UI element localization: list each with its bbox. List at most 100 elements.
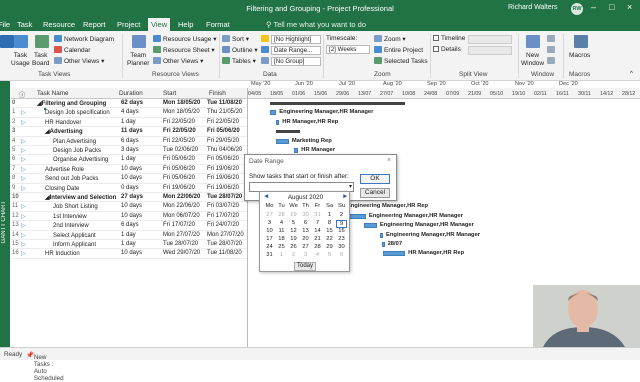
today-button[interactable]: Today [294, 262, 316, 271]
task-duration[interactable]: 1 day [121, 156, 136, 162]
task-finish[interactable]: Fri 22/05/20 [207, 119, 239, 125]
calendar-button[interactable]: Calendar [54, 46, 90, 54]
task-duration[interactable]: 1 day [121, 232, 136, 238]
gantt-bar[interactable] [276, 138, 289, 144]
calendar-day[interactable]: 9 [336, 220, 347, 228]
calendar-day[interactable]: 4 [276, 220, 287, 226]
task-finish[interactable]: Tue 11/08/20 [207, 250, 242, 256]
tab-format[interactable]: Format [206, 20, 230, 29]
table-row[interactable]: 12 ▷ 1st Interview 10 days Mon 06/07/20 Fri 1… [11, 212, 247, 222]
calendar-day[interactable]: 4 [312, 252, 323, 258]
calendar-day[interactable]: 30 [336, 244, 347, 250]
calendar-day[interactable]: 17 [264, 236, 275, 242]
calendar-day[interactable]: 3 [264, 220, 275, 226]
calendar-day[interactable]: 16 [336, 228, 347, 234]
calendar-day[interactable]: 31 [264, 252, 275, 258]
new-tasks-mode[interactable]: 📌 New Tasks : Auto Scheduled [26, 351, 64, 382]
chevron-down-icon[interactable]: ▾ [349, 183, 352, 190]
calendar-day[interactable]: 27 [300, 244, 311, 250]
other-views-button[interactable]: Other Views ▾ [54, 57, 104, 65]
table-row[interactable]: 6 ▷ Organise Advertising 1 day Fri 05/06/20 F… [11, 155, 247, 165]
calendar-day[interactable]: 21 [312, 236, 323, 242]
calendar-day[interactable]: 22 [324, 236, 335, 242]
column-finish[interactable]: Finish [209, 90, 226, 97]
close-icon[interactable]: × [627, 2, 632, 12]
highlight-select[interactable]: [No Highlight] [271, 35, 321, 44]
selected-tasks-button[interactable]: Selected Tasks [374, 57, 428, 65]
column-duration[interactable]: Duration [119, 90, 143, 97]
task-finish[interactable]: Thu 21/05/20 [207, 109, 242, 115]
table-row[interactable]: 10 ◢ Interview and Selection 27 days Mon 22… [11, 193, 247, 203]
task-finish[interactable]: Fri 05/06/20 [207, 128, 240, 134]
resource-other-views-button[interactable]: Other Views ▾ [153, 57, 203, 65]
cancel-button[interactable]: Cancel [360, 188, 390, 198]
tables-button[interactable]: Tables ▾ [222, 57, 256, 65]
gantt-summary-bar[interactable] [270, 102, 406, 105]
task-duration[interactable]: 10 days [121, 175, 142, 181]
task-duration[interactable]: 10 days [121, 166, 142, 172]
task-start[interactable]: Mon 22/06/20 [163, 194, 200, 200]
filter-select[interactable]: Date Range... [271, 46, 321, 55]
calendar-day[interactable]: 11 [276, 228, 287, 234]
table-row[interactable]: 11 ▷ Job Short Listing 10 days Mon 22/06/20 F… [11, 202, 247, 212]
gantt-bar[interactable] [383, 251, 406, 257]
table-row[interactable]: 3 ◢ Advertising 11 days Fri 22/05/20 Fri 05/… [11, 127, 247, 137]
task-duration[interactable]: 11 days [121, 128, 143, 134]
table-row[interactable]: 8 ▷ Send out Job Packs 10 days Fri 05/06/20 F… [11, 174, 247, 184]
calendar-day[interactable]: 31 [312, 212, 323, 218]
calendar-day[interactable]: 8 [324, 220, 335, 226]
task-finish[interactable]: Fri 17/07/20 [207, 213, 239, 219]
table-row[interactable]: 14 ▷ Select Applicant 1 day Mon 27/07/20 Mon … [11, 231, 247, 240]
timeline-checkbox[interactable]: Timeline [433, 35, 465, 42]
task-duration[interactable]: 6 days [121, 222, 139, 228]
calendar-day[interactable]: 29 [288, 212, 299, 218]
task-start[interactable]: Mon 06/07/20 [163, 213, 200, 219]
task-duration[interactable]: 6 days [121, 138, 139, 144]
table-row[interactable]: 4 ▷ Plan Advertising 6 days Fri 22/05/20 Fri … [11, 137, 247, 146]
calendar-day[interactable]: 14 [312, 228, 323, 234]
tab-project[interactable]: Project [117, 20, 140, 29]
task-duration[interactable]: 10 days [121, 213, 142, 219]
task-start[interactable]: Tue 28/07/20 [163, 241, 198, 247]
collapse-ribbon-icon[interactable]: ^ [630, 71, 633, 77]
tab-file[interactable]: File [0, 20, 10, 29]
task-start[interactable]: Fri 22/05/20 [163, 128, 196, 134]
task-start[interactable]: Fri 05/06/20 [163, 166, 195, 172]
calendar-day[interactable]: 20 [300, 236, 311, 242]
task-finish[interactable]: Tue 11/08/20 [207, 100, 242, 106]
task-name[interactable]: ◢ Advertising [45, 128, 83, 135]
calendar-day[interactable]: 25 [276, 244, 287, 250]
gantt-bar[interactable] [364, 223, 377, 229]
maximize-icon[interactable]: □ [609, 2, 614, 12]
task-start[interactable]: Mon 22/06/20 [163, 203, 200, 209]
next-month-icon[interactable]: ► [342, 193, 348, 200]
avatar[interactable]: RW [571, 3, 583, 15]
task-duration[interactable]: 4 days [121, 109, 139, 115]
table-row[interactable]: 2 ▷ HR Handover 1 day Fri 22/05/20 Fri 22/05/… [11, 118, 247, 128]
calendar-day[interactable]: 7 [312, 220, 323, 226]
task-start[interactable]: Fri 17/07/20 [163, 222, 195, 228]
task-duration[interactable]: 3 days [121, 147, 139, 153]
table-row[interactable]: 13 ▷ 2nd Interview 6 days Fri 17/07/20 Fri 24… [11, 221, 247, 231]
calendar-day[interactable]: 1 [324, 212, 335, 218]
calendar-day[interactable]: 18 [276, 236, 287, 242]
calendar-day[interactable]: 19 [288, 236, 299, 242]
outline-button[interactable]: Outline ▾ [222, 46, 258, 54]
entire-project-button[interactable]: Entire Project [374, 46, 423, 54]
calendar-day[interactable]: 13 [300, 228, 311, 234]
calendar-day[interactable]: 24 [264, 244, 275, 250]
calendar-day[interactable]: 10 [264, 228, 275, 234]
task-finish[interactable]: Tue 28/07/20 [207, 194, 242, 200]
calendar-day[interactable]: 15 [324, 228, 335, 234]
calendar-day[interactable]: 27 [264, 212, 275, 218]
gantt-bar[interactable] [270, 110, 277, 116]
task-start[interactable]: Fri 19/06/20 [163, 185, 195, 191]
tab-task[interactable]: Task [17, 20, 32, 29]
calendar-day[interactable]: 3 [300, 252, 311, 258]
table-row[interactable]: 1 ▷ Design Job specification 4 days Mon 18/0… [11, 108, 247, 118]
table-row[interactable]: 15 ▷ Inform Applicant 1 day Tue 28/07/20 Tue … [11, 240, 247, 250]
task-start[interactable]: Fri 22/05/20 [163, 119, 195, 125]
gantt-bar[interactable] [381, 242, 385, 247]
calendar-day[interactable]: 1 [276, 252, 287, 258]
sort-button[interactable]: Sort ▾ [222, 35, 249, 43]
